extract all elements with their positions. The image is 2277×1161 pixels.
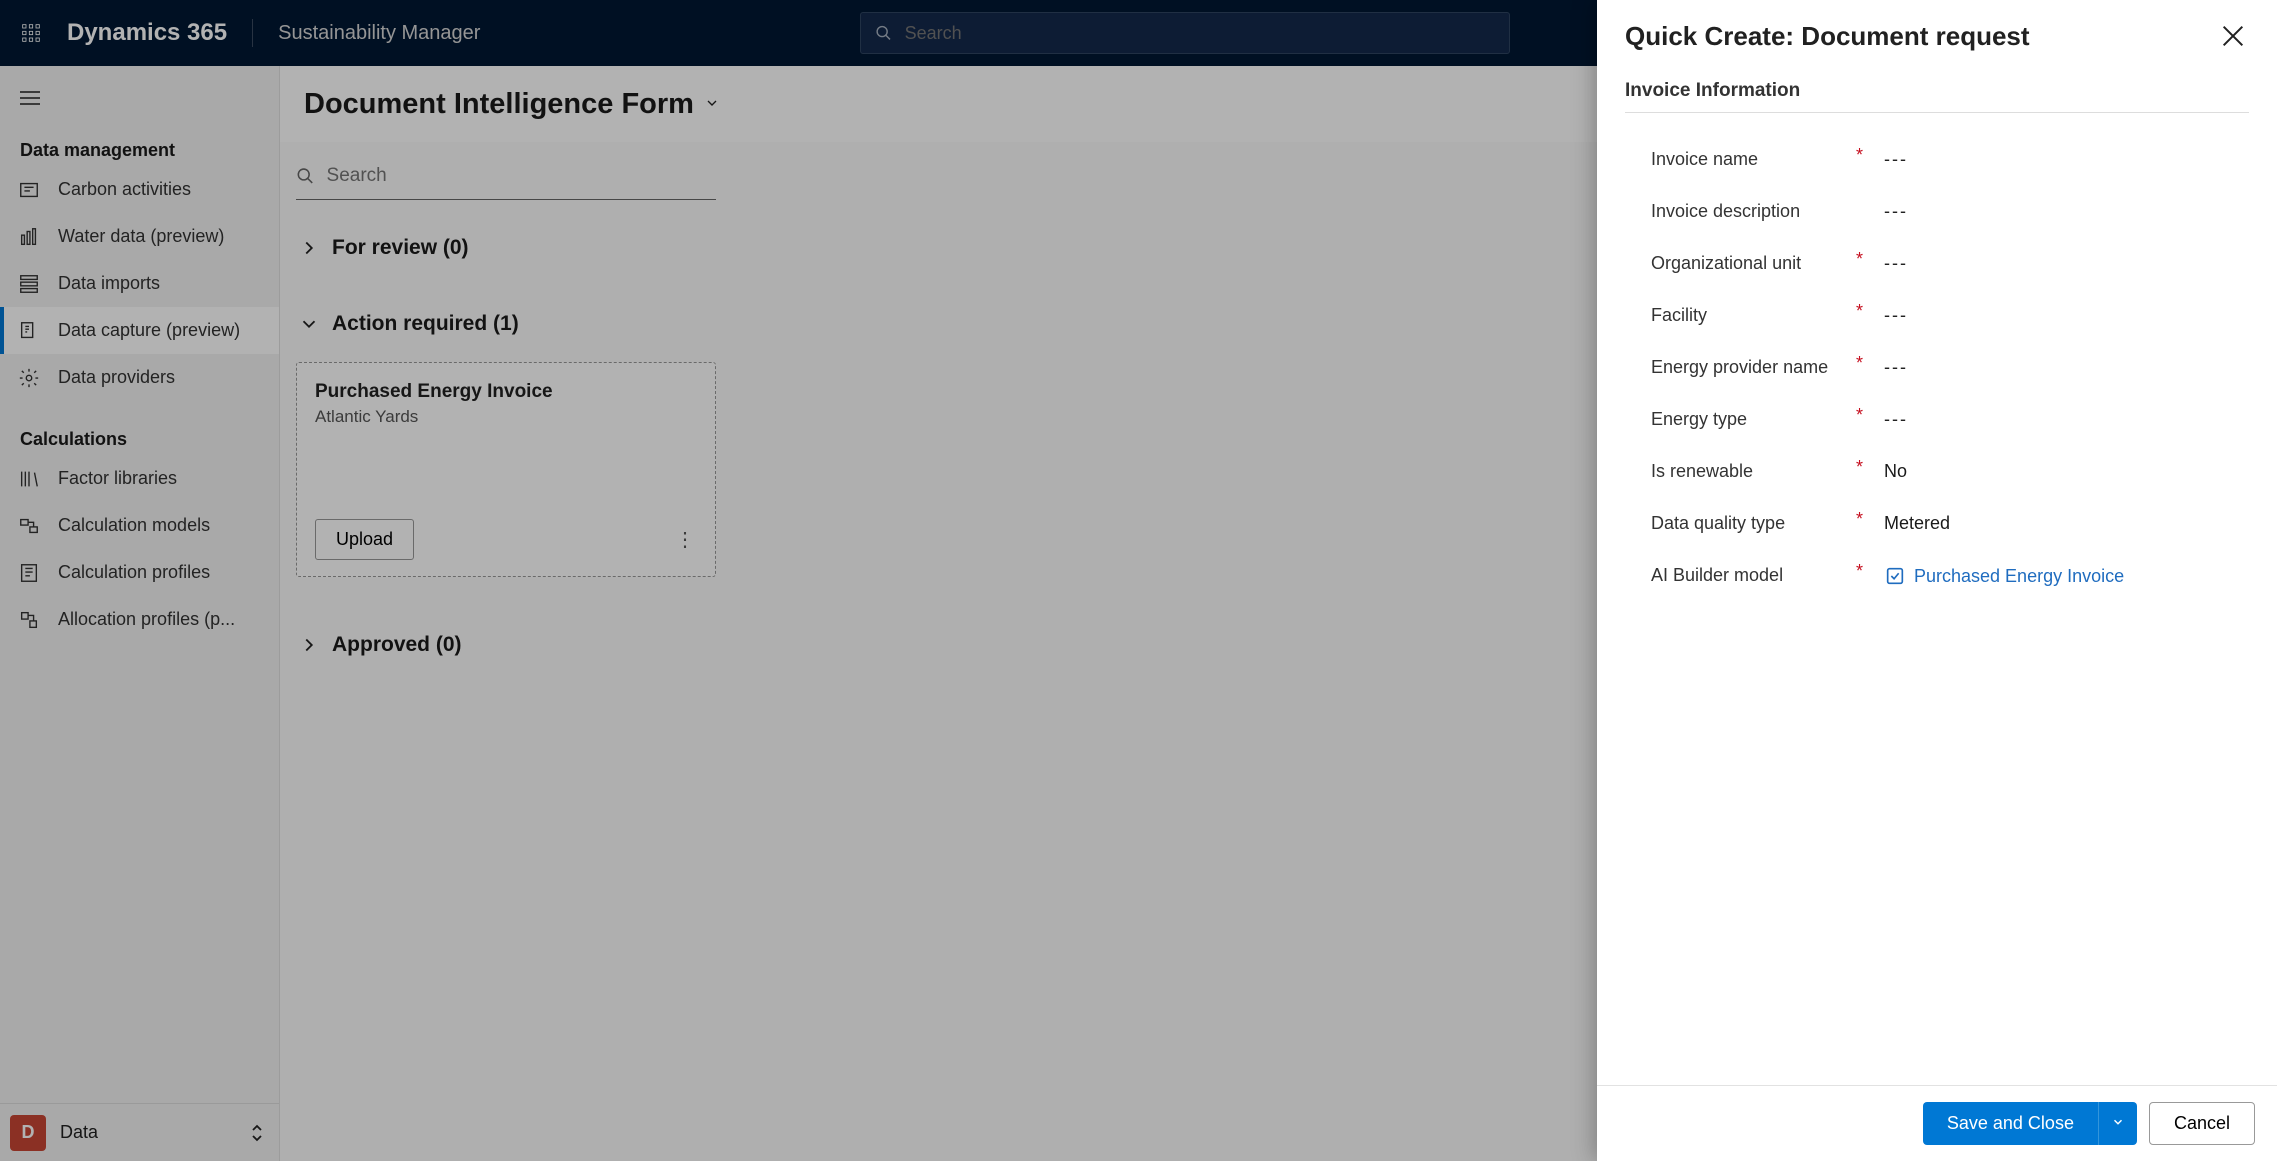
- required-icon: *: [1856, 457, 1866, 478]
- required-icon: *: [1856, 353, 1866, 374]
- field-label: Is renewable: [1651, 457, 1856, 482]
- save-close-menu-button[interactable]: [2098, 1102, 2137, 1145]
- required-icon: *: [1856, 249, 1866, 270]
- field-invoice-description[interactable]: Invoice description ---: [1625, 185, 2249, 237]
- field-org-unit[interactable]: Organizational unit * ---: [1625, 237, 2249, 289]
- cancel-button[interactable]: Cancel: [2149, 1102, 2255, 1145]
- ai-model-icon: [1884, 565, 1906, 587]
- required-icon: *: [1856, 301, 1866, 322]
- field-label: Data quality type: [1651, 509, 1856, 534]
- panel-footer: Save and Close Cancel: [1597, 1085, 2277, 1161]
- required-icon: *: [1856, 145, 1866, 166]
- field-value[interactable]: ---: [1884, 197, 1908, 222]
- field-value[interactable]: ---: [1884, 301, 1908, 326]
- field-label: Organizational unit: [1651, 249, 1856, 274]
- field-value[interactable]: ---: [1884, 249, 1908, 274]
- field-is-renewable[interactable]: Is renewable * No: [1625, 445, 2249, 497]
- field-label: Invoice description: [1651, 197, 1856, 222]
- field-invoice-name[interactable]: Invoice name * ---: [1625, 133, 2249, 185]
- field-energy-provider[interactable]: Energy provider name * ---: [1625, 341, 2249, 393]
- field-value[interactable]: ---: [1884, 353, 1908, 378]
- field-label: Facility: [1651, 301, 1856, 326]
- quick-create-panel: Quick Create: Document request Invoice I…: [1597, 0, 2277, 1161]
- divider: [1625, 112, 2249, 113]
- required-icon: *: [1856, 405, 1866, 426]
- field-energy-type[interactable]: Energy type * ---: [1625, 393, 2249, 445]
- ai-model-link-text: Purchased Energy Invoice: [1914, 566, 2124, 587]
- required-icon: *: [1856, 561, 1866, 582]
- panel-body: Invoice Information Invoice name * --- I…: [1597, 72, 2277, 1085]
- field-value[interactable]: ---: [1884, 405, 1908, 430]
- panel-header: Quick Create: Document request: [1597, 0, 2277, 72]
- field-ai-model[interactable]: AI Builder model * Purchased Energy Invo…: [1625, 549, 2249, 601]
- save-close-button[interactable]: Save and Close: [1923, 1102, 2098, 1145]
- field-label: AI Builder model: [1651, 561, 1856, 586]
- close-icon[interactable]: [2217, 20, 2249, 52]
- field-value[interactable]: No: [1884, 457, 1907, 482]
- field-value[interactable]: ---: [1884, 145, 1908, 170]
- field-label: Energy provider name: [1651, 353, 1856, 378]
- field-data-quality[interactable]: Data quality type * Metered: [1625, 497, 2249, 549]
- field-value-link[interactable]: Purchased Energy Invoice: [1884, 561, 2124, 587]
- field-value[interactable]: Metered: [1884, 509, 1950, 534]
- field-label: Invoice name: [1651, 145, 1856, 170]
- field-facility[interactable]: Facility * ---: [1625, 289, 2249, 341]
- panel-title: Quick Create: Document request: [1625, 21, 2217, 52]
- field-label: Energy type: [1651, 405, 1856, 430]
- save-close-split-button: Save and Close: [1923, 1102, 2137, 1145]
- required-icon: *: [1856, 509, 1866, 530]
- panel-section-label: Invoice Information: [1625, 80, 2249, 102]
